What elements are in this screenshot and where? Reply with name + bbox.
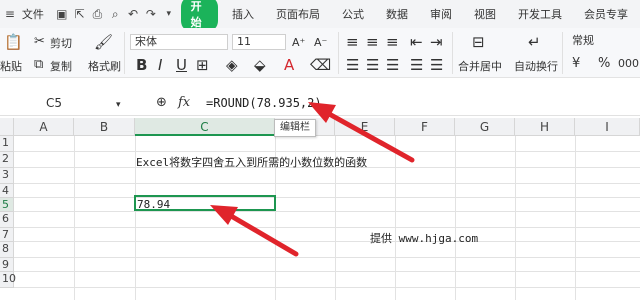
arrow-to-formula	[308, 102, 415, 163]
arrow-to-cell	[210, 205, 299, 257]
annotation-arrows	[210, 102, 415, 257]
